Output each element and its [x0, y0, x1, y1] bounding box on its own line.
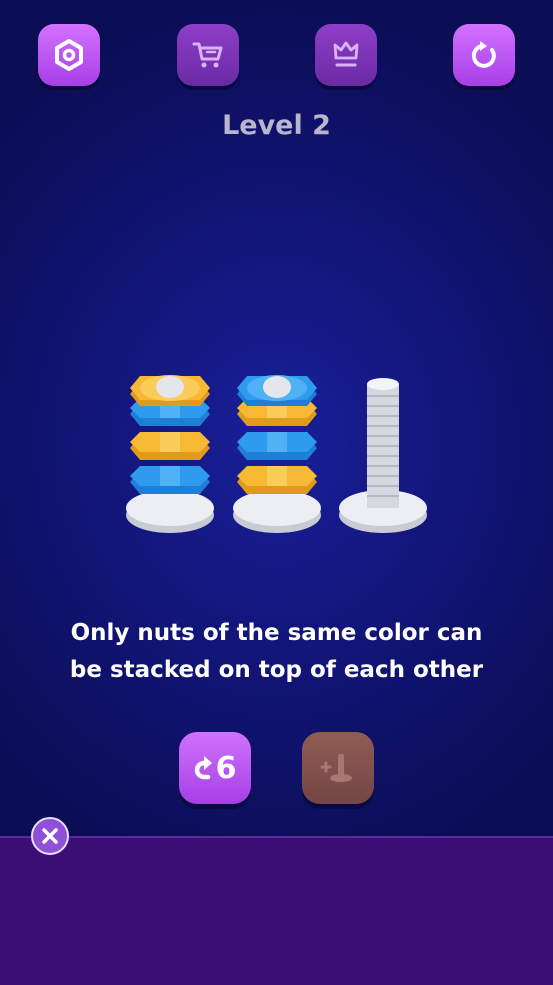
shop-button[interactable] [177, 24, 239, 86]
nut-yellow [130, 432, 210, 460]
leaderboard-button[interactable] [315, 24, 377, 86]
crown-icon [333, 41, 359, 67]
add-bolt-button[interactable] [302, 732, 374, 804]
level-title: Level 2 [222, 110, 331, 141]
close-icon [42, 828, 58, 844]
restart-icon [471, 41, 496, 68]
hint-text: Only nuts of the same color can be stack… [20, 615, 533, 689]
cart-icon [192, 42, 223, 68]
nut-yellow [237, 466, 317, 494]
nut-blue [130, 466, 210, 494]
undo-button[interactable]: 6 [179, 732, 251, 804]
undo-count: 6 [215, 750, 237, 786]
settings-button[interactable] [38, 24, 100, 86]
bolt-3[interactable] [339, 378, 427, 533]
bolt-1[interactable] [126, 375, 214, 533]
nut-blue [237, 375, 317, 406]
hint-line-1: Only nuts of the same color can [70, 620, 483, 646]
nut-yellow [130, 375, 210, 406]
restart-button[interactable] [453, 24, 515, 86]
add-bolt-icon [320, 754, 352, 782]
game-board [0, 360, 553, 550]
bolt-2[interactable] [233, 375, 321, 533]
close-ad-button[interactable] [31, 817, 69, 855]
undo-arrow-icon [194, 756, 212, 780]
gear-icon [55, 39, 83, 71]
ad-panel [0, 836, 553, 985]
nut-blue [237, 432, 317, 460]
hint-line-2: be stacked on top of each other [69, 657, 484, 683]
